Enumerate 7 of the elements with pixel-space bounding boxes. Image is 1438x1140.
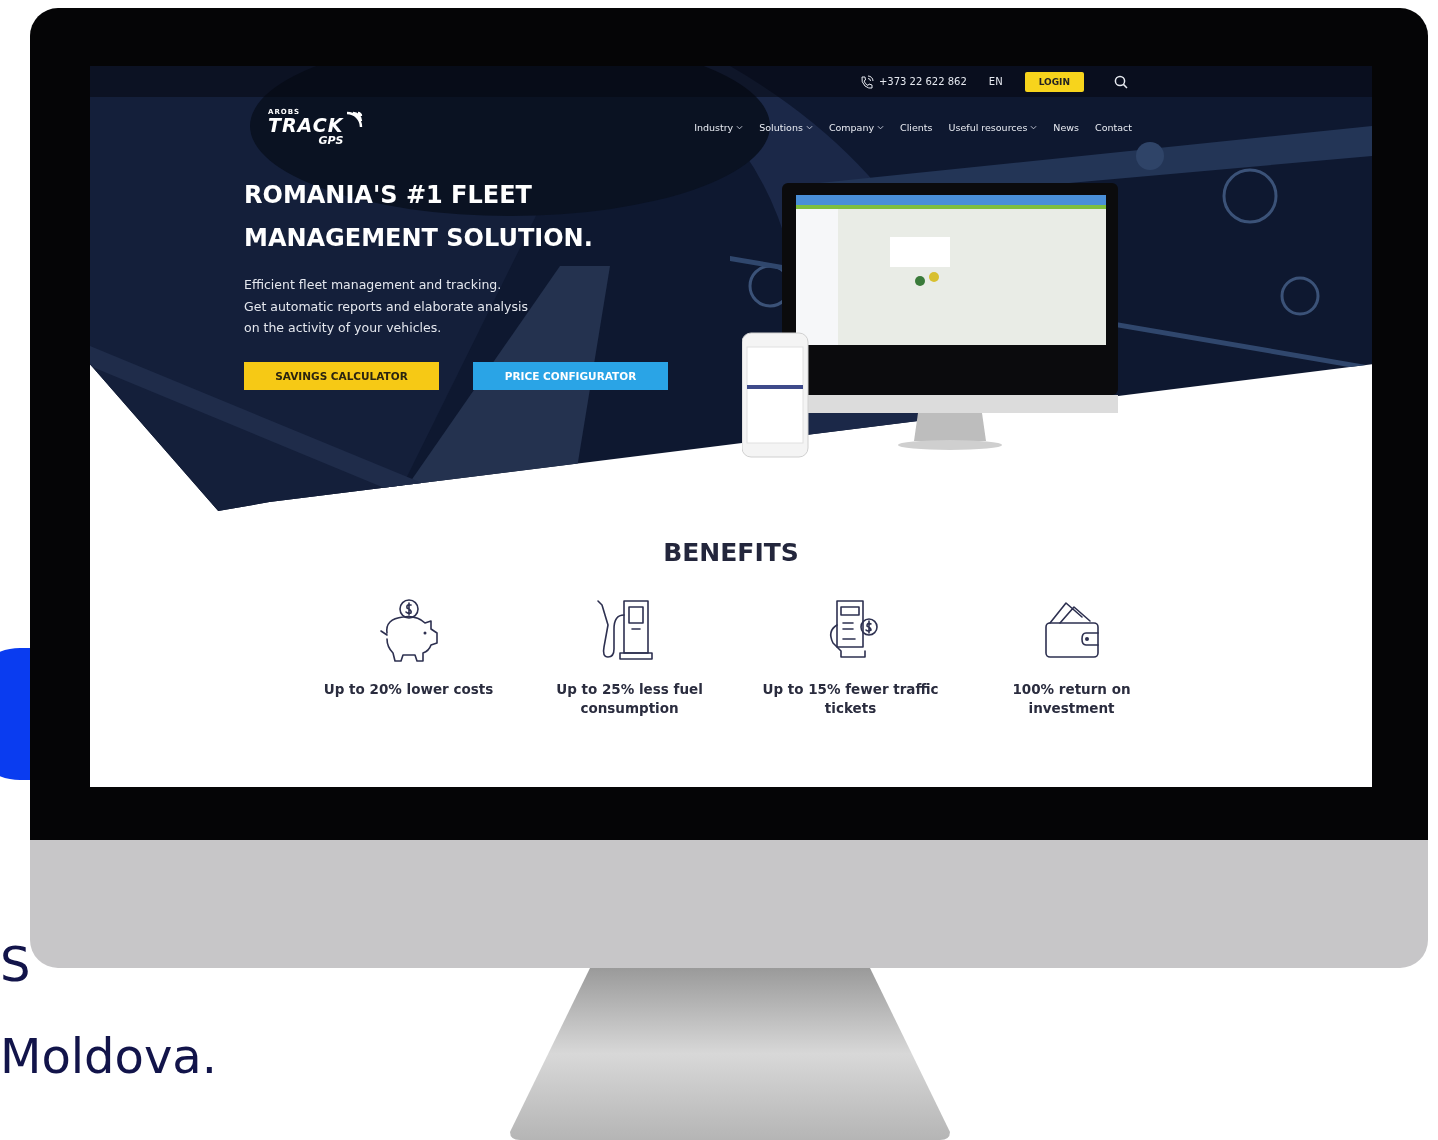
benefit-label: 100% return on investment bbox=[1012, 680, 1131, 718]
section-heading: BENEFITS bbox=[663, 538, 799, 567]
benefit-label: Up to 20% lower costs bbox=[323, 680, 494, 699]
benefit-label: Up to 15% fewer traffic tickets bbox=[762, 680, 939, 718]
benefit-label: Up to 25% less fuel consumption bbox=[556, 680, 703, 718]
background-text: S bbox=[0, 935, 32, 994]
background-text: Moldova. bbox=[0, 1027, 218, 1086]
